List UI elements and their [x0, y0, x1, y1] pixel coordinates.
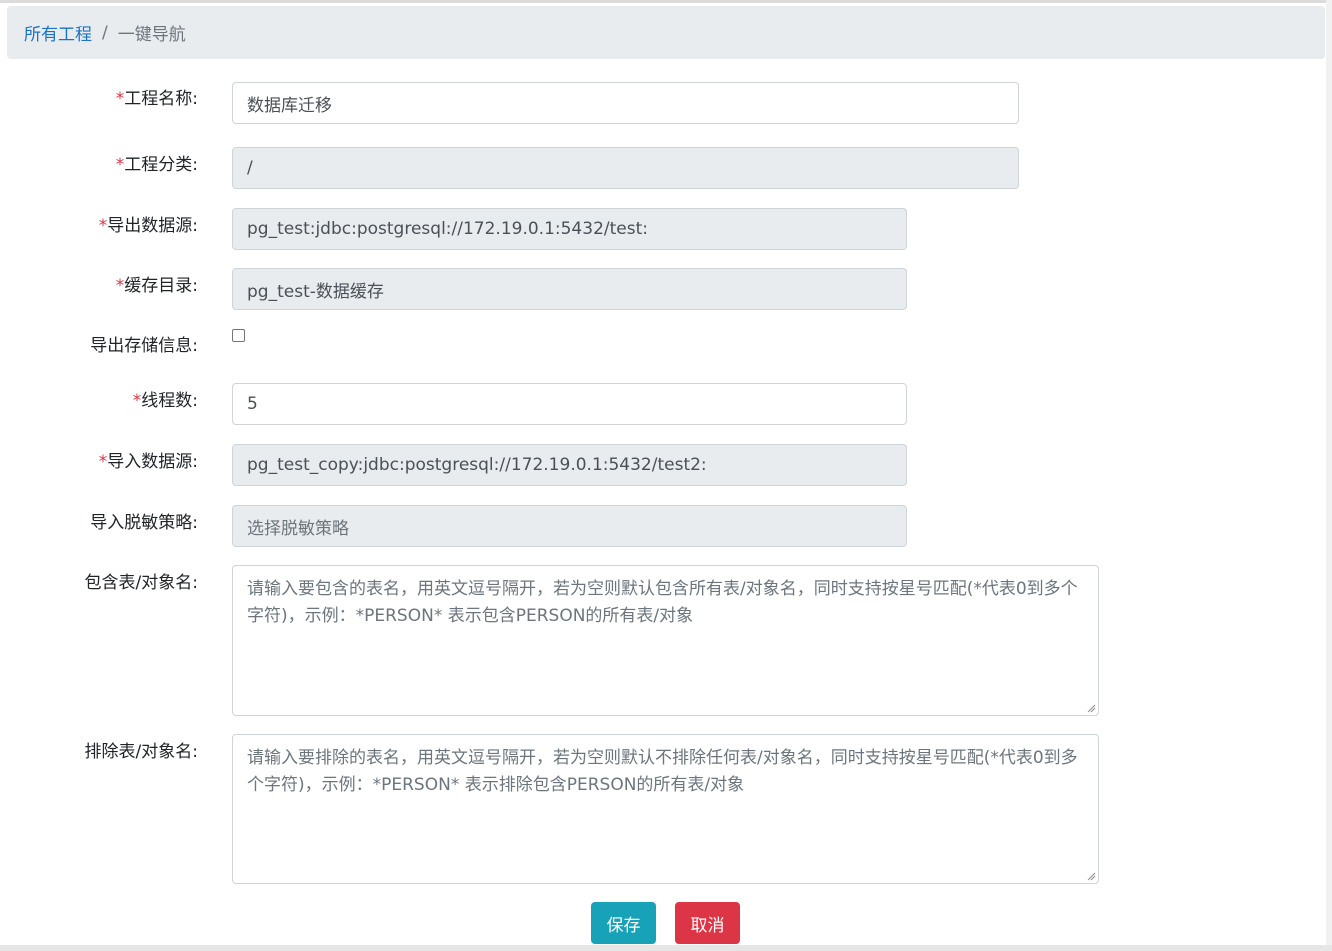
project-category-label: *工程分类:	[115, 155, 198, 175]
cancel-button[interactable]: 取消	[675, 902, 740, 944]
threads-label: *线程数:	[132, 391, 198, 411]
export-datasource-label: *导出数据源:	[98, 216, 198, 236]
exclude-tables-textarea[interactable]: 请输入要排除的表名，用英文逗号隔开，若为空则默认不排除任何表/对象名，同时支持按…	[232, 734, 1099, 884]
project-category-field: /	[232, 147, 1019, 189]
import-masking-select[interactable]: 选择脱敏策略	[232, 505, 907, 547]
required-mark: *	[98, 452, 108, 472]
breadcrumb-current: 一键导航	[117, 25, 186, 45]
export-datasource-field: pg_test:jdbc:postgresql://172.19.0.1:543…	[232, 208, 907, 250]
cache-dir-label: *缓存目录:	[115, 276, 198, 296]
project-name-input[interactable]: 数据库迁移	[232, 82, 1019, 124]
import-datasource-label: *导入数据源:	[98, 452, 198, 472]
export-storage-info-checkbox[interactable]	[232, 329, 245, 342]
breadcrumb-all-projects[interactable]: 所有工程	[24, 20, 92, 45]
resize-grip-icon[interactable]	[1086, 703, 1096, 713]
required-mark: *	[132, 391, 142, 411]
breadcrumb: 所有工程 / 一键导航	[7, 6, 1325, 59]
include-tables-label: 包含表/对象名:	[84, 573, 198, 593]
required-mark: *	[115, 89, 125, 109]
breadcrumb-separator: /	[102, 22, 108, 43]
export-storage-info-label: 导出存储信息:	[90, 336, 198, 356]
required-mark: *	[115, 155, 125, 175]
import-masking-label: 导入脱敏策略:	[90, 513, 198, 533]
include-tables-textarea[interactable]: 请输入要包含的表名，用英文逗号隔开，若为空则默认包含所有表/对象名，同时支持按星…	[232, 565, 1099, 716]
cache-dir-field: pg_test-数据缓存	[232, 268, 907, 310]
horizontal-scrollbar[interactable]	[0, 945, 1332, 951]
project-name-label: *工程名称:	[115, 89, 198, 109]
scrollbar-track[interactable]	[1326, 0, 1332, 951]
threads-input[interactable]: 5	[232, 383, 907, 425]
exclude-tables-label: 排除表/对象名:	[84, 742, 198, 762]
save-button[interactable]: 保存	[591, 902, 656, 944]
resize-grip-icon[interactable]	[1086, 871, 1096, 881]
import-datasource-field: pg_test_copy:jdbc:postgresql://172.19.0.…	[232, 444, 907, 486]
required-mark: *	[98, 216, 108, 236]
required-mark: *	[115, 276, 125, 296]
window-top-border	[0, 0, 1332, 3]
